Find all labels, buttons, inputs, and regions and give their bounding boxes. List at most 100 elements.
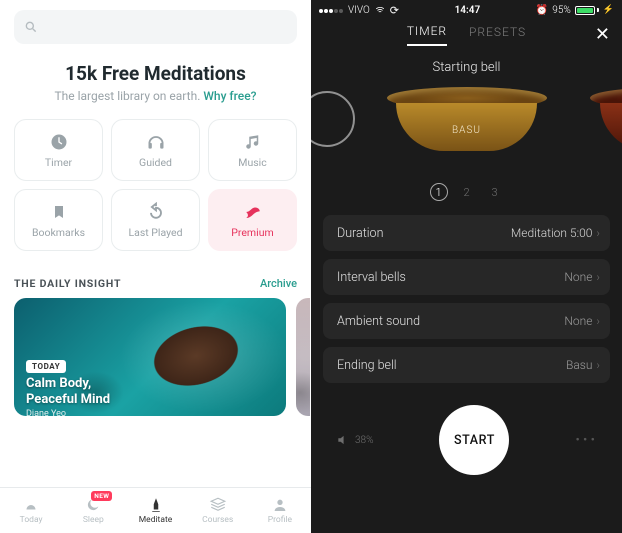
status-left: VIVO ⟳	[319, 4, 399, 17]
row-value: None›	[564, 270, 600, 284]
tile-label: Premium	[231, 226, 273, 239]
volume-control[interactable]: 38%	[335, 433, 374, 447]
pager-3[interactable]: 3	[486, 183, 504, 201]
tab-profile[interactable]: Profile	[249, 488, 311, 533]
hands-icon	[147, 496, 165, 514]
settings-rows: Duration Meditation 5:00› Interval bells…	[323, 215, 610, 383]
timer-screen: VIVO ⟳ 14:47 ⏰ 95% ⚡ TIMER PRESETS ✕ Sta…	[311, 0, 622, 533]
bottom-controls: 38% START •••	[311, 383, 622, 475]
speaker-icon	[335, 433, 351, 447]
tile-label: Guided	[139, 156, 172, 169]
bell-carousel[interactable]: BASU WOOD	[311, 81, 622, 181]
tile-music[interactable]: Music	[208, 119, 297, 181]
status-right: ⏰ 95% ⚡	[536, 5, 614, 16]
tile-bookmarks[interactable]: Bookmarks	[14, 189, 103, 251]
status-bar: VIVO ⟳ 14:47 ⏰ 95% ⚡	[311, 0, 622, 18]
row-ambient-sound[interactable]: Ambient sound None›	[323, 303, 610, 339]
bell-name: BASU	[387, 125, 547, 136]
sun-icon	[22, 496, 40, 514]
insight-card[interactable]: TODAY Calm Body, Peaceful Mind Diane Yeo	[14, 298, 286, 416]
tile-last-played[interactable]: Last Played	[111, 189, 200, 251]
status-time: 14:47	[455, 5, 481, 16]
tile-label: Music	[238, 156, 266, 169]
music-note-icon	[243, 132, 263, 152]
row-value: Basu›	[566, 358, 600, 372]
close-icon[interactable]: ✕	[595, 24, 610, 45]
hero-subtitle: The largest library on earth. Why free?	[14, 89, 297, 103]
tab-label: Courses	[202, 515, 233, 525]
starting-bell-heading: Starting bell	[311, 60, 622, 75]
row-value: Meditation 5:00›	[511, 226, 600, 240]
bell-name: WOOD	[590, 125, 622, 136]
battery-icon	[575, 6, 599, 15]
card-title-line2: Peaceful Mind	[26, 392, 110, 407]
tile-timer[interactable]: Timer	[14, 119, 103, 181]
tab-sleep[interactable]: NEW Sleep	[62, 488, 124, 533]
why-free-link[interactable]: Why free?	[203, 89, 256, 103]
bell-basu[interactable]: BASU	[387, 87, 547, 155]
alarm-icon: ⏰	[536, 5, 548, 16]
tab-label: Meditate	[139, 515, 172, 525]
card-title: Calm Body, Peaceful Mind	[26, 376, 110, 407]
pager-2[interactable]: 2	[458, 183, 476, 201]
card-image	[128, 302, 265, 410]
search-input[interactable]	[14, 10, 297, 44]
hero: 15k Free Meditations The largest library…	[0, 52, 311, 107]
row-label: Ending bell	[337, 358, 397, 373]
pager-1[interactable]: 1	[430, 183, 448, 201]
row-label: Duration	[337, 226, 383, 241]
tab-label: Sleep	[83, 515, 104, 525]
bird-icon	[243, 202, 263, 222]
hero-title: 15k Free Meditations	[14, 62, 297, 85]
archive-link[interactable]: Archive	[260, 277, 297, 290]
search-wrap	[0, 0, 311, 52]
bell-wood[interactable]: WOOD	[590, 87, 622, 155]
tile-label: Bookmarks	[32, 226, 85, 239]
tab-courses[interactable]: Courses	[187, 488, 249, 533]
tab-today[interactable]: Today	[0, 488, 62, 533]
charging-icon: ⚡	[603, 5, 614, 15]
row-duration[interactable]: Duration Meditation 5:00›	[323, 215, 610, 251]
tab-label: Today	[20, 515, 43, 525]
row-label: Interval bells	[337, 270, 406, 285]
new-badge: NEW	[91, 491, 112, 501]
chevron-right-icon: ›	[596, 358, 600, 372]
tile-label: Last Played	[128, 226, 182, 239]
hero-subtitle-text: The largest library on earth.	[55, 89, 204, 103]
person-icon	[272, 496, 288, 514]
tab-timer-top[interactable]: TIMER	[407, 24, 447, 46]
chevron-right-icon: ›	[596, 226, 600, 240]
bell-prev[interactable]	[311, 87, 351, 155]
wifi-icon	[374, 5, 386, 15]
row-label: Ambient sound	[337, 314, 420, 329]
row-interval-bells[interactable]: Interval bells None›	[323, 259, 610, 295]
tab-label: Profile	[268, 515, 292, 525]
start-button[interactable]: START	[439, 405, 509, 475]
card-title-line1: Calm Body,	[26, 376, 91, 391]
carrier-label: VIVO	[348, 5, 370, 16]
tab-meditate[interactable]: Meditate	[124, 488, 186, 533]
row-value: None›	[564, 314, 600, 328]
loading-icon: ⟳	[390, 4, 399, 17]
tab-presets-top[interactable]: PRESETS	[469, 25, 526, 45]
signal-icon	[319, 5, 344, 16]
more-icon[interactable]: •••	[575, 432, 598, 448]
tile-premium[interactable]: Premium	[208, 189, 297, 251]
category-tiles: Timer Guided Music Bookmarks Last Played…	[0, 107, 311, 255]
volume-pct: 38%	[355, 435, 374, 446]
today-badge: TODAY	[26, 360, 66, 373]
insight-card-next[interactable]	[296, 298, 310, 416]
row-ending-bell[interactable]: Ending bell Basu›	[323, 347, 610, 383]
headphones-icon	[146, 132, 166, 152]
card-author: Diane Yeo	[26, 409, 66, 416]
tile-guided[interactable]: Guided	[111, 119, 200, 181]
meditate-home-screen: 15k Free Meditations The largest library…	[0, 0, 311, 533]
replay-icon	[146, 202, 166, 222]
section-title: THE DAILY INSIGHT	[14, 277, 121, 290]
stack-icon	[209, 496, 227, 514]
search-icon	[24, 20, 38, 34]
daily-insight-header: THE DAILY INSIGHT Archive	[0, 255, 311, 298]
top-tabs: TIMER PRESETS ✕	[311, 18, 622, 52]
chevron-right-icon: ›	[596, 314, 600, 328]
chevron-right-icon: ›	[596, 270, 600, 284]
